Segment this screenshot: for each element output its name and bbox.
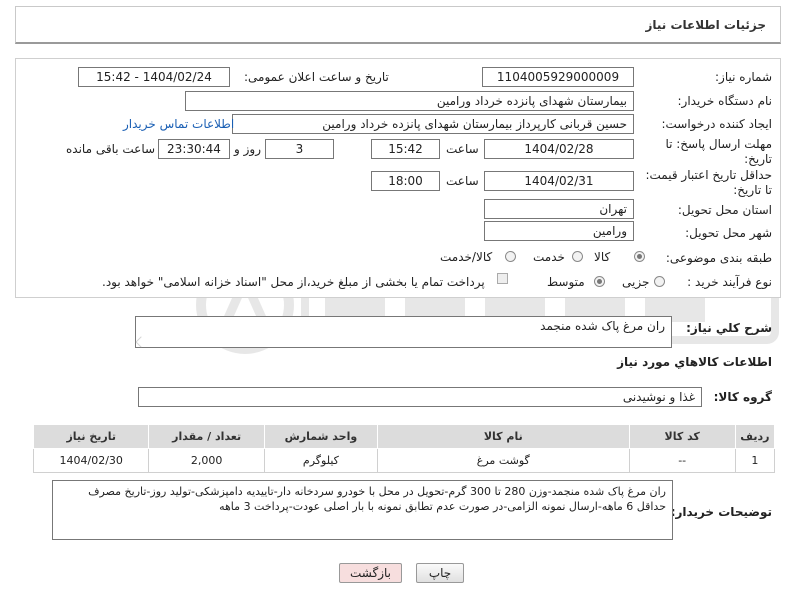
process-option-minor: جزیی: [622, 275, 650, 289]
goods-table-header: ردیف کد کالا نام کالا واحد شمارش تعداد /…: [32, 424, 776, 449]
process-radio-minor[interactable]: [654, 276, 665, 287]
province-field: تهران: [484, 199, 634, 219]
col-item-code: کد کالا: [628, 424, 736, 449]
summary-field: ران مرغ پاک شده منجمد: [135, 316, 672, 348]
cell-need-date: 1404/02/30: [32, 448, 150, 473]
category-radio-service[interactable]: [572, 251, 583, 262]
city-field: ورامین: [484, 221, 634, 241]
announce-label: تاریخ و ساعت اعلان عمومی:: [244, 70, 389, 84]
need-number-field: 1104005929000009: [482, 67, 634, 87]
requester-field: حسین قربانی کارپرداز بیمارستان شهدای پان…: [232, 114, 634, 134]
col-unit: واحد شمارش: [263, 424, 378, 449]
deadline-label-line1: مهلت ارسال پاسخ: تا: [665, 137, 772, 151]
treasury-payment-note: پرداخت تمام یا بخشی از مبلغ خرید،از محل …: [102, 275, 485, 289]
goods-section-title: اطلاعات کالاهاي مورد نياز: [617, 355, 772, 369]
cell-item-name: گوشت مرغ: [376, 448, 630, 473]
goods-table-container: ردیف کد کالا نام کالا واحد شمارش تعداد /…: [32, 424, 776, 473]
col-quantity: تعداد / مقدار: [148, 424, 265, 449]
deadline-date-field: 1404/02/28: [484, 139, 634, 159]
summary-label: شرح کلي نياز:: [686, 321, 772, 335]
cell-item-code: --: [628, 448, 736, 473]
col-row-number: ردیف: [734, 424, 776, 449]
buyer-notes-label: توضیحات خریدار:: [670, 505, 772, 519]
category-label: طبقه بندی موضوعی:: [665, 251, 772, 265]
deadline-time-label: ساعت: [446, 142, 479, 156]
deadline-label-line2: تاریخ:: [744, 152, 772, 166]
col-item-name: نام کالا: [376, 424, 630, 449]
table-row[interactable]: 1 -- گوشت مرغ کیلوگرم 2,000 1404/02/30: [32, 448, 776, 473]
buyer-notes-line1: ران مرغ پاک شده منجمد-وزن 280 تا 300 گرم…: [88, 485, 666, 498]
process-type-label: نوع فرآیند خرید :: [687, 275, 772, 289]
goods-group-field: غذا و نوشیدنی: [138, 387, 702, 407]
back-button[interactable]: بازگشت: [339, 563, 402, 583]
price-validity-time-field: 18:00: [371, 171, 440, 191]
category-radio-goods-service[interactable]: [505, 251, 516, 262]
category-option-goods-service: کالا/خدمت: [440, 250, 493, 264]
price-validity-time-label: ساعت: [446, 174, 479, 188]
deadline-time-field: 15:42: [371, 139, 440, 159]
cell-row-number: 1: [734, 448, 776, 473]
days-remaining-field: 3: [265, 139, 334, 159]
price-validity-label-line2: تا تاریخ:: [733, 183, 772, 197]
page-title: جزئیات اطلاعات نیاز: [645, 18, 766, 32]
price-validity-date-field: 1404/02/31: [484, 171, 634, 191]
process-radio-medium[interactable]: [594, 276, 605, 287]
province-label: استان محل تحویل:: [677, 203, 772, 217]
panel-header: جزئیات اطلاعات نیاز: [15, 6, 781, 44]
city-label: شهر محل تحویل:: [685, 226, 772, 240]
days-label: روز و: [234, 142, 261, 156]
process-option-medium: متوسط: [547, 275, 585, 289]
cell-quantity: 2,000: [148, 448, 265, 473]
buyer-org-field: بیمارستان شهدای پانزده خرداد ورامین: [185, 91, 634, 111]
cell-unit: کیلوگرم: [263, 448, 378, 473]
buyer-notes-field: ران مرغ پاک شده منجمد-وزن 280 تا 300 گرم…: [52, 480, 673, 540]
treasury-payment-checkbox[interactable]: [497, 273, 508, 284]
announce-field: 1404/02/24 - 15:42: [78, 67, 230, 87]
goods-table: ردیف کد کالا نام کالا واحد شمارش تعداد /…: [32, 424, 776, 473]
goods-group-label: گروه کالا:: [713, 390, 772, 404]
need-number-label: شماره نیاز:: [715, 70, 772, 84]
price-validity-label-line1: حداقل تاریخ اعتبار قیمت:: [645, 168, 772, 182]
print-button[interactable]: چاپ: [416, 563, 464, 583]
buyer-org-label: نام دستگاه خریدار:: [677, 94, 773, 108]
requester-label: ایجاد کننده درخواست:: [661, 117, 772, 131]
col-need-date: تاریخ نیاز: [32, 424, 150, 449]
time-remaining-label: ساعت باقی مانده: [66, 142, 156, 156]
time-remaining-field: 23:30:44: [158, 139, 230, 159]
buyer-contact-link[interactable]: اطلاعات تماس خریدار: [123, 117, 234, 131]
category-radio-goods[interactable]: [634, 251, 645, 262]
category-option-service: خدمت: [533, 250, 565, 264]
category-option-goods: کالا: [594, 250, 611, 264]
buyer-notes-line2: حداقل 6 ماهه-ارسال نمونه الزامی-در صورت …: [219, 500, 666, 513]
